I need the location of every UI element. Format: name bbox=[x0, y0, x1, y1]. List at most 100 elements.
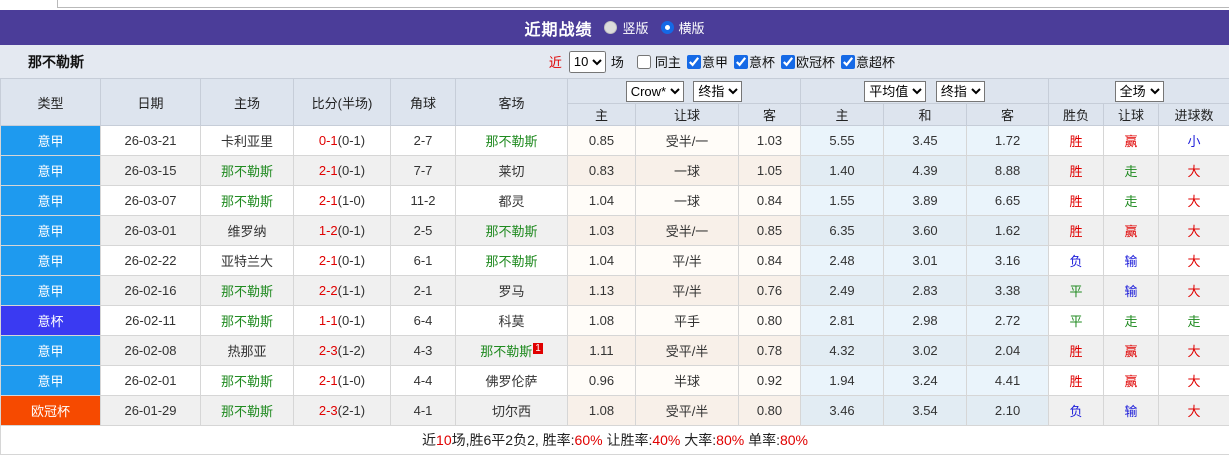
score-cell: 2-1(1-0) bbox=[293, 365, 391, 396]
home-team: 那不勒斯 bbox=[200, 365, 294, 396]
away-team: 那不勒斯 bbox=[455, 125, 568, 156]
away-team: 莱切 bbox=[455, 155, 568, 186]
summary-text: 单率: bbox=[744, 432, 780, 448]
avg-draw-odds: 3.54 bbox=[883, 395, 968, 426]
result-goals: 大 bbox=[1158, 275, 1229, 306]
handicap-line: 受半/一 bbox=[635, 215, 739, 246]
league-badge: 意甲 bbox=[0, 365, 101, 396]
away-team: 那不勒斯 bbox=[455, 215, 568, 246]
radio-vertical-label: 竖版 bbox=[622, 21, 649, 36]
team-name: 那不勒斯 bbox=[28, 53, 84, 70]
match-date: 26-03-15 bbox=[100, 155, 201, 186]
result-goals: 大 bbox=[1158, 245, 1229, 276]
score-cell: 2-1(1-0) bbox=[293, 185, 391, 216]
filter-checkbox-欧冠杯[interactable]: 欧冠杯 bbox=[775, 52, 835, 71]
score-cell: 1-2(0-1) bbox=[293, 215, 391, 246]
radio-horizontal-layout[interactable]: 横版 bbox=[660, 18, 705, 37]
odds-company-select[interactable]: Crow* bbox=[625, 80, 684, 102]
filter-checkbox-同主[interactable]: 同主 bbox=[627, 52, 681, 71]
away-team-name: 佛罗伦萨 bbox=[485, 374, 538, 389]
result-handicap: 走 bbox=[1103, 185, 1160, 216]
col-header-score: 比分(半场) bbox=[293, 78, 391, 126]
checkbox-input[interactable] bbox=[733, 54, 748, 69]
odds-time-select[interactable]: 终指 bbox=[693, 80, 743, 102]
summary-value: 10 bbox=[436, 432, 452, 448]
away-team-name: 罗马 bbox=[498, 284, 525, 299]
summary-value: 80% bbox=[716, 432, 745, 448]
filter-checkbox-意超杯[interactable]: 意超杯 bbox=[835, 52, 895, 71]
scope-select[interactable]: 全场 bbox=[1114, 80, 1164, 102]
avg-away-odds: 1.72 bbox=[966, 125, 1050, 156]
handicap-line: 一球 bbox=[635, 155, 739, 186]
avg-home-odds: 2.81 bbox=[800, 305, 885, 336]
avg-away-odds: 4.41 bbox=[966, 365, 1050, 396]
result-win-loss: 胜 bbox=[1048, 125, 1105, 156]
score-cell: 2-3(1-2) bbox=[293, 335, 391, 366]
summary-line: 近10场,胜6平2负2, 胜率:60% 让胜率:40% 大率:80% 单率:80… bbox=[0, 425, 1229, 455]
avg-company-select[interactable]: 平均值 bbox=[864, 80, 927, 102]
result-win-loss: 平 bbox=[1048, 275, 1105, 306]
match-date: 26-02-08 bbox=[100, 335, 201, 366]
filter-checkbox-意杯[interactable]: 意杯 bbox=[728, 52, 775, 71]
league-badge: 意甲 bbox=[0, 125, 101, 156]
recent-count-select[interactable]: 10 bbox=[568, 50, 606, 73]
away-team: 罗马 bbox=[455, 275, 568, 306]
result-goals: 大 bbox=[1158, 395, 1229, 426]
result-goals: 小 bbox=[1158, 125, 1229, 156]
match-date: 26-03-01 bbox=[100, 215, 201, 246]
home-team: 那不勒斯 bbox=[200, 275, 294, 306]
checkbox-label: 欧冠杯 bbox=[795, 55, 835, 70]
full-score: 2-1 bbox=[318, 253, 338, 268]
checkbox-input[interactable] bbox=[636, 54, 651, 69]
corner-count: 7-7 bbox=[390, 155, 456, 186]
avg-time-select[interactable]: 终指 bbox=[935, 80, 985, 102]
result-win-loss: 负 bbox=[1048, 245, 1105, 276]
score-cell: 2-3(2-1) bbox=[293, 395, 391, 426]
full-score: 1-2 bbox=[318, 223, 338, 238]
odds-away: 0.84 bbox=[737, 185, 802, 216]
avg-draw-odds: 3.24 bbox=[883, 365, 968, 396]
odds-home: 1.11 bbox=[567, 335, 636, 366]
title-bar: 近期战绩 竖版 横版 bbox=[0, 10, 1229, 45]
checkbox-input[interactable] bbox=[840, 54, 855, 69]
result-handicap: 走 bbox=[1103, 155, 1160, 186]
odds-away: 0.84 bbox=[737, 245, 802, 276]
match-date: 26-02-16 bbox=[100, 275, 201, 306]
half-score: (0-1) bbox=[337, 253, 366, 268]
result-goals: 大 bbox=[1158, 185, 1229, 216]
col-header-result-goals: 进球数 bbox=[1158, 103, 1229, 126]
radio-vertical-layout[interactable]: 竖版 bbox=[604, 18, 649, 37]
checkbox-input[interactable] bbox=[686, 54, 701, 69]
filter-toolbar: 那不勒斯 近 10 场 同主 意甲 意杯 欧冠杯 意超杯 bbox=[0, 45, 1229, 78]
summary-text: 近 bbox=[422, 432, 437, 448]
filter-checkbox-意甲[interactable]: 意甲 bbox=[681, 52, 728, 71]
handicap-line: 受平/半 bbox=[635, 395, 739, 426]
odds-home: 1.08 bbox=[567, 305, 636, 336]
league-badge: 欧冠杯 bbox=[0, 395, 101, 426]
result-handicap: 输 bbox=[1103, 245, 1160, 276]
result-handicap: 赢 bbox=[1103, 365, 1160, 396]
result-win-loss: 胜 bbox=[1048, 155, 1105, 186]
table-row: 意杯 26-02-11 那不勒斯 1-1(0-1) 6-4 科莫 1.08 平手 0.80 2.8… bbox=[0, 305, 1229, 336]
home-team: 那不勒斯 bbox=[200, 185, 294, 216]
page-top-cut-border bbox=[0, 0, 1229, 10]
col-header-type: 类型 bbox=[0, 78, 101, 126]
match-date: 26-01-29 bbox=[100, 395, 201, 426]
col-header-corner: 角球 bbox=[390, 78, 456, 126]
checkbox-input[interactable] bbox=[780, 54, 795, 69]
checkbox-label: 意超杯 bbox=[855, 55, 895, 70]
match-date: 26-02-01 bbox=[100, 365, 201, 396]
odds-home: 0.96 bbox=[567, 365, 636, 396]
odds-away: 0.76 bbox=[737, 275, 802, 306]
result-win-loss: 胜 bbox=[1048, 185, 1105, 216]
handicap-line: 一球 bbox=[635, 185, 739, 216]
odds-home: 0.83 bbox=[567, 155, 636, 186]
full-score: 2-1 bbox=[318, 193, 338, 208]
result-goals: 走 bbox=[1158, 305, 1229, 336]
radio-selected-icon[interactable] bbox=[660, 21, 674, 34]
radio-unselected-icon[interactable] bbox=[604, 21, 618, 34]
col-header-result-wl: 胜负 bbox=[1048, 103, 1105, 126]
league-badge: 意甲 bbox=[0, 245, 101, 276]
half-score: (1-2) bbox=[337, 343, 366, 358]
home-team: 那不勒斯 bbox=[200, 155, 294, 186]
